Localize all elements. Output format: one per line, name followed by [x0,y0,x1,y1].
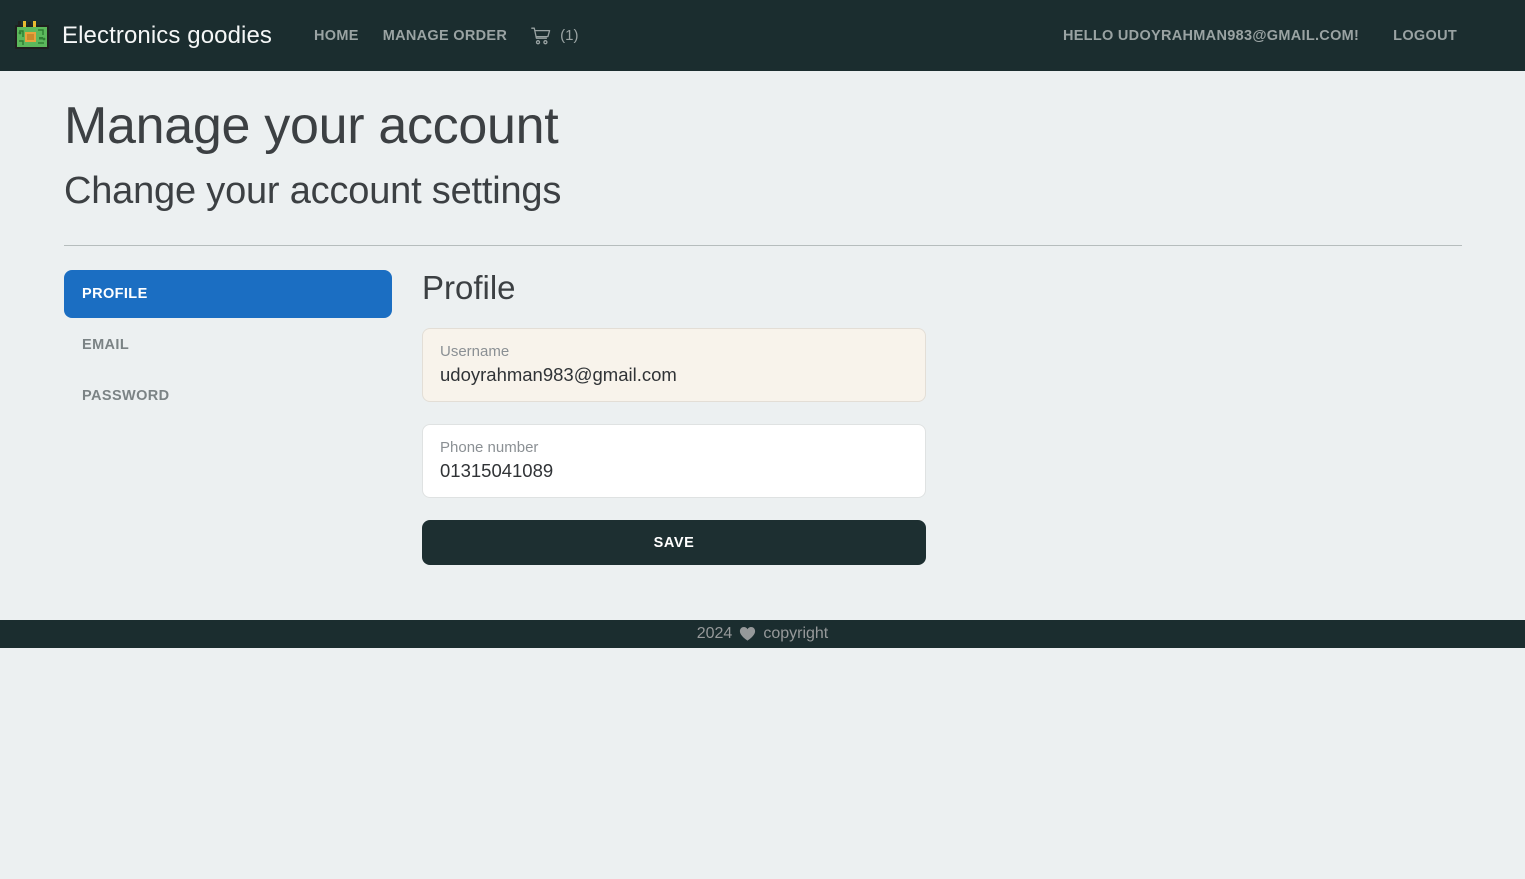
page-subtitle: Change your account settings [64,170,562,213]
phone-label: Phone number [440,439,539,457]
account-layout: PROFILE EMAIL PASSWORD Profile Username … [64,246,1464,566]
footer-copyright: copyright [763,625,829,642]
footer-year: 2024 [696,625,733,642]
page-title: Manage your account [64,97,559,155]
primary-nav: HOME MANAGE ORDER (1) [302,19,590,53]
section-title: Profile [422,268,516,306]
brand-link[interactable]: Electronics goodies [14,20,273,51]
heart-icon [739,626,756,642]
footer-backdrop [0,648,1525,879]
user-greeting[interactable]: HELLO UDOYRAHMAN983@GMAIL.COM! [1051,20,1371,52]
sidebar-item-email[interactable]: EMAIL [64,321,392,369]
footer-text: 2024 copyright [697,625,829,643]
username-field-group[interactable]: Username [422,328,926,403]
username-input[interactable] [440,363,909,388]
phone-input[interactable] [440,459,909,484]
username-label: Username [440,343,510,361]
nav-link-home[interactable]: HOME [302,20,371,52]
sidebar-item-profile[interactable]: PROFILE [64,269,392,318]
cart-link[interactable]: (1) [519,19,590,53]
logout-link[interactable]: LOGOUT [1381,20,1469,52]
save-button[interactable]: SAVE [422,520,926,566]
user-nav: HELLO UDOYRAHMAN983@GMAIL.COM! LOGOUT [1051,20,1469,52]
brand-title: Electronics goodies [62,21,273,49]
account-sidebar: PROFILE EMAIL PASSWORD [64,269,392,565]
cart-count: (1) [560,27,579,44]
page-footer: 2024 copyright [0,620,1525,648]
phone-field-group[interactable]: Phone number [422,424,926,499]
shopping-cart-icon [531,27,551,45]
top-navbar: Electronics goodies HOME MANAGE ORDER (1… [0,0,1525,71]
nav-link-manage-order[interactable]: MANAGE ORDER [371,20,519,52]
sidebar-item-password[interactable]: PASSWORD [64,372,392,420]
circuit-board-icon [14,20,50,51]
page-content: Manage your account Change your account … [0,71,1525,566]
profile-panel: Profile Username Phone number SAVE [422,268,926,566]
